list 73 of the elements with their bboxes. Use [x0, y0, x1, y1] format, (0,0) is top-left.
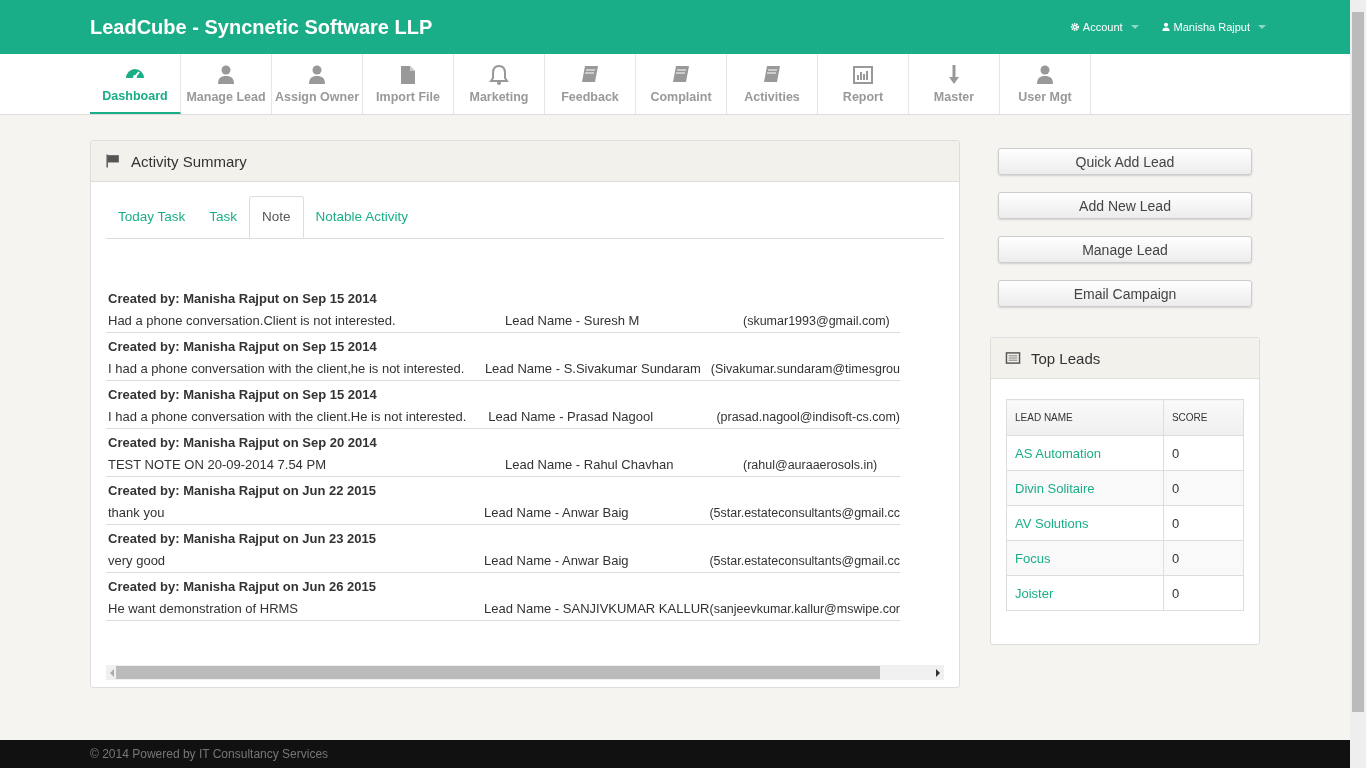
- action-button[interactable]: Manage Lead: [998, 236, 1252, 263]
- nav-tab[interactable]: Complaint: [636, 54, 727, 114]
- note-text: I had a phone conversation with the client.He is not interested.: [108, 408, 468, 426]
- note-author: Created by: Manisha Rajput on Jun 26 2015: [108, 578, 378, 596]
- nav-tab[interactable]: Dashboard: [90, 54, 181, 114]
- nav-tab[interactable]: Feedback: [545, 54, 636, 114]
- lead-name: Lead Name - SANJIVKUMAR KALLUR: [484, 600, 710, 618]
- lead-email: (prasad.nagool@indisoft-cs.com): [716, 409, 900, 426]
- app-title: LeadCube - Syncnetic Software LLP: [90, 15, 434, 39]
- footer-text: © 2014 Powered by IT Consultancy Services: [90, 747, 329, 761]
- summary-tab[interactable]: Today Task: [106, 196, 198, 238]
- note-text: Had a phone conversation.Client is not interested.: [108, 312, 397, 330]
- panel-title: Activity Summary: [131, 152, 247, 170]
- lead-name: Lead Name - Suresh M: [505, 312, 641, 330]
- lead-name: Lead Name - Rahul Chavhan: [505, 456, 675, 474]
- lead-email: (sanjeevkumar.kallur@mswipe.cor: [709, 601, 900, 618]
- lead-name: Lead Name - Anwar Baig: [484, 504, 630, 522]
- note-author: Created by: Manisha Rajput on Jun 23 2015: [108, 530, 378, 548]
- summary-tab[interactable]: Notable Activity: [303, 196, 420, 238]
- lead-link[interactable]: Focus: [1015, 550, 1051, 566]
- vertical-scrollbar[interactable]: [1350, 0, 1366, 768]
- score-cell: 0: [1163, 435, 1244, 471]
- lead-email: (Sivakumar.sundaram@timesgrou: [710, 361, 900, 378]
- lead-link[interactable]: Joister: [1015, 585, 1054, 601]
- panel-title: Top Leads: [1031, 349, 1101, 367]
- nav-tab[interactable]: Manage Lead: [181, 54, 272, 114]
- note-text: I had a phone conversation with the client,he is not interested.: [108, 360, 466, 378]
- action-button[interactable]: Add New Lead: [998, 192, 1252, 219]
- note-author: Created by: Manisha Rajput on Sep 20 2014: [108, 434, 378, 452]
- lead-name: Lead Name - Prasad Nagool: [488, 408, 655, 426]
- note-text: thank you: [108, 504, 166, 522]
- nav-tab[interactable]: Assign Owner: [272, 54, 363, 114]
- column-header: SCORE: [1163, 399, 1244, 436]
- nav-tab[interactable]: Import File: [363, 54, 454, 114]
- nav-tab[interactable]: Report: [818, 54, 909, 114]
- person-icon: [215, 64, 237, 86]
- action-button[interactable]: Email Campaign: [998, 280, 1252, 307]
- bar-chart-icon: [852, 64, 874, 86]
- nav-tab[interactable]: Activities: [727, 54, 818, 114]
- lead-name: Lead Name - Anwar Baig: [484, 552, 630, 570]
- nav-tab[interactable]: Marketing: [454, 54, 545, 114]
- note-author: Created by: Manisha Rajput on Jun 22 2015: [108, 482, 378, 500]
- list-icon: [1005, 350, 1021, 366]
- lead-email: (skumar1993@gmail.com): [743, 313, 891, 330]
- action-button[interactable]: Quick Add Lead: [998, 148, 1252, 175]
- score-cell: 0: [1163, 505, 1244, 541]
- person-icon: [1034, 64, 1056, 86]
- note-author: Created by: Manisha Rajput on Sep 15 2014: [108, 338, 378, 356]
- summary-tab[interactable]: Task: [197, 196, 250, 238]
- note-text: TEST NOTE ON 20-09-2014 7.54 PM: [108, 456, 327, 474]
- lead-email: (rahul@auraaerosols.in): [743, 457, 879, 474]
- bell-icon: [488, 64, 510, 86]
- user-icon: [1160, 22, 1171, 32]
- person-icon: [306, 64, 328, 86]
- horizontal-scrollbar[interactable]: [106, 665, 944, 680]
- summary-tab[interactable]: Note: [249, 196, 304, 238]
- nav-tab[interactable]: User Mgt: [1000, 54, 1091, 114]
- header-menu[interactable]: Manisha Rajput: [1160, 21, 1266, 33]
- lead-name: Lead Name - S.Sivakumar Sundaram: [484, 360, 702, 378]
- lead-email: (5star.estateconsultants@gmail.cc: [709, 553, 900, 570]
- flag-icon: [105, 153, 121, 169]
- score-cell: 0: [1163, 470, 1244, 506]
- header-menu[interactable]: Account: [1069, 21, 1139, 33]
- note-author: Created by: Manisha Rajput on Sep 15 2014: [108, 290, 378, 308]
- settings-icon: [1069, 22, 1080, 32]
- column-header: LEAD NAME: [1006, 399, 1164, 436]
- nav-tab[interactable]: Master: [909, 54, 1000, 114]
- score-cell: 0: [1163, 575, 1244, 611]
- note-author: Created by: Manisha Rajput on Sep 15 2014: [108, 386, 378, 404]
- note-text: very good: [108, 552, 167, 570]
- lead-email: (5star.estateconsultants@gmail.cc: [709, 505, 900, 522]
- note-text: He want demonstration of HRMS: [108, 600, 300, 618]
- score-cell: 0: [1163, 540, 1244, 576]
